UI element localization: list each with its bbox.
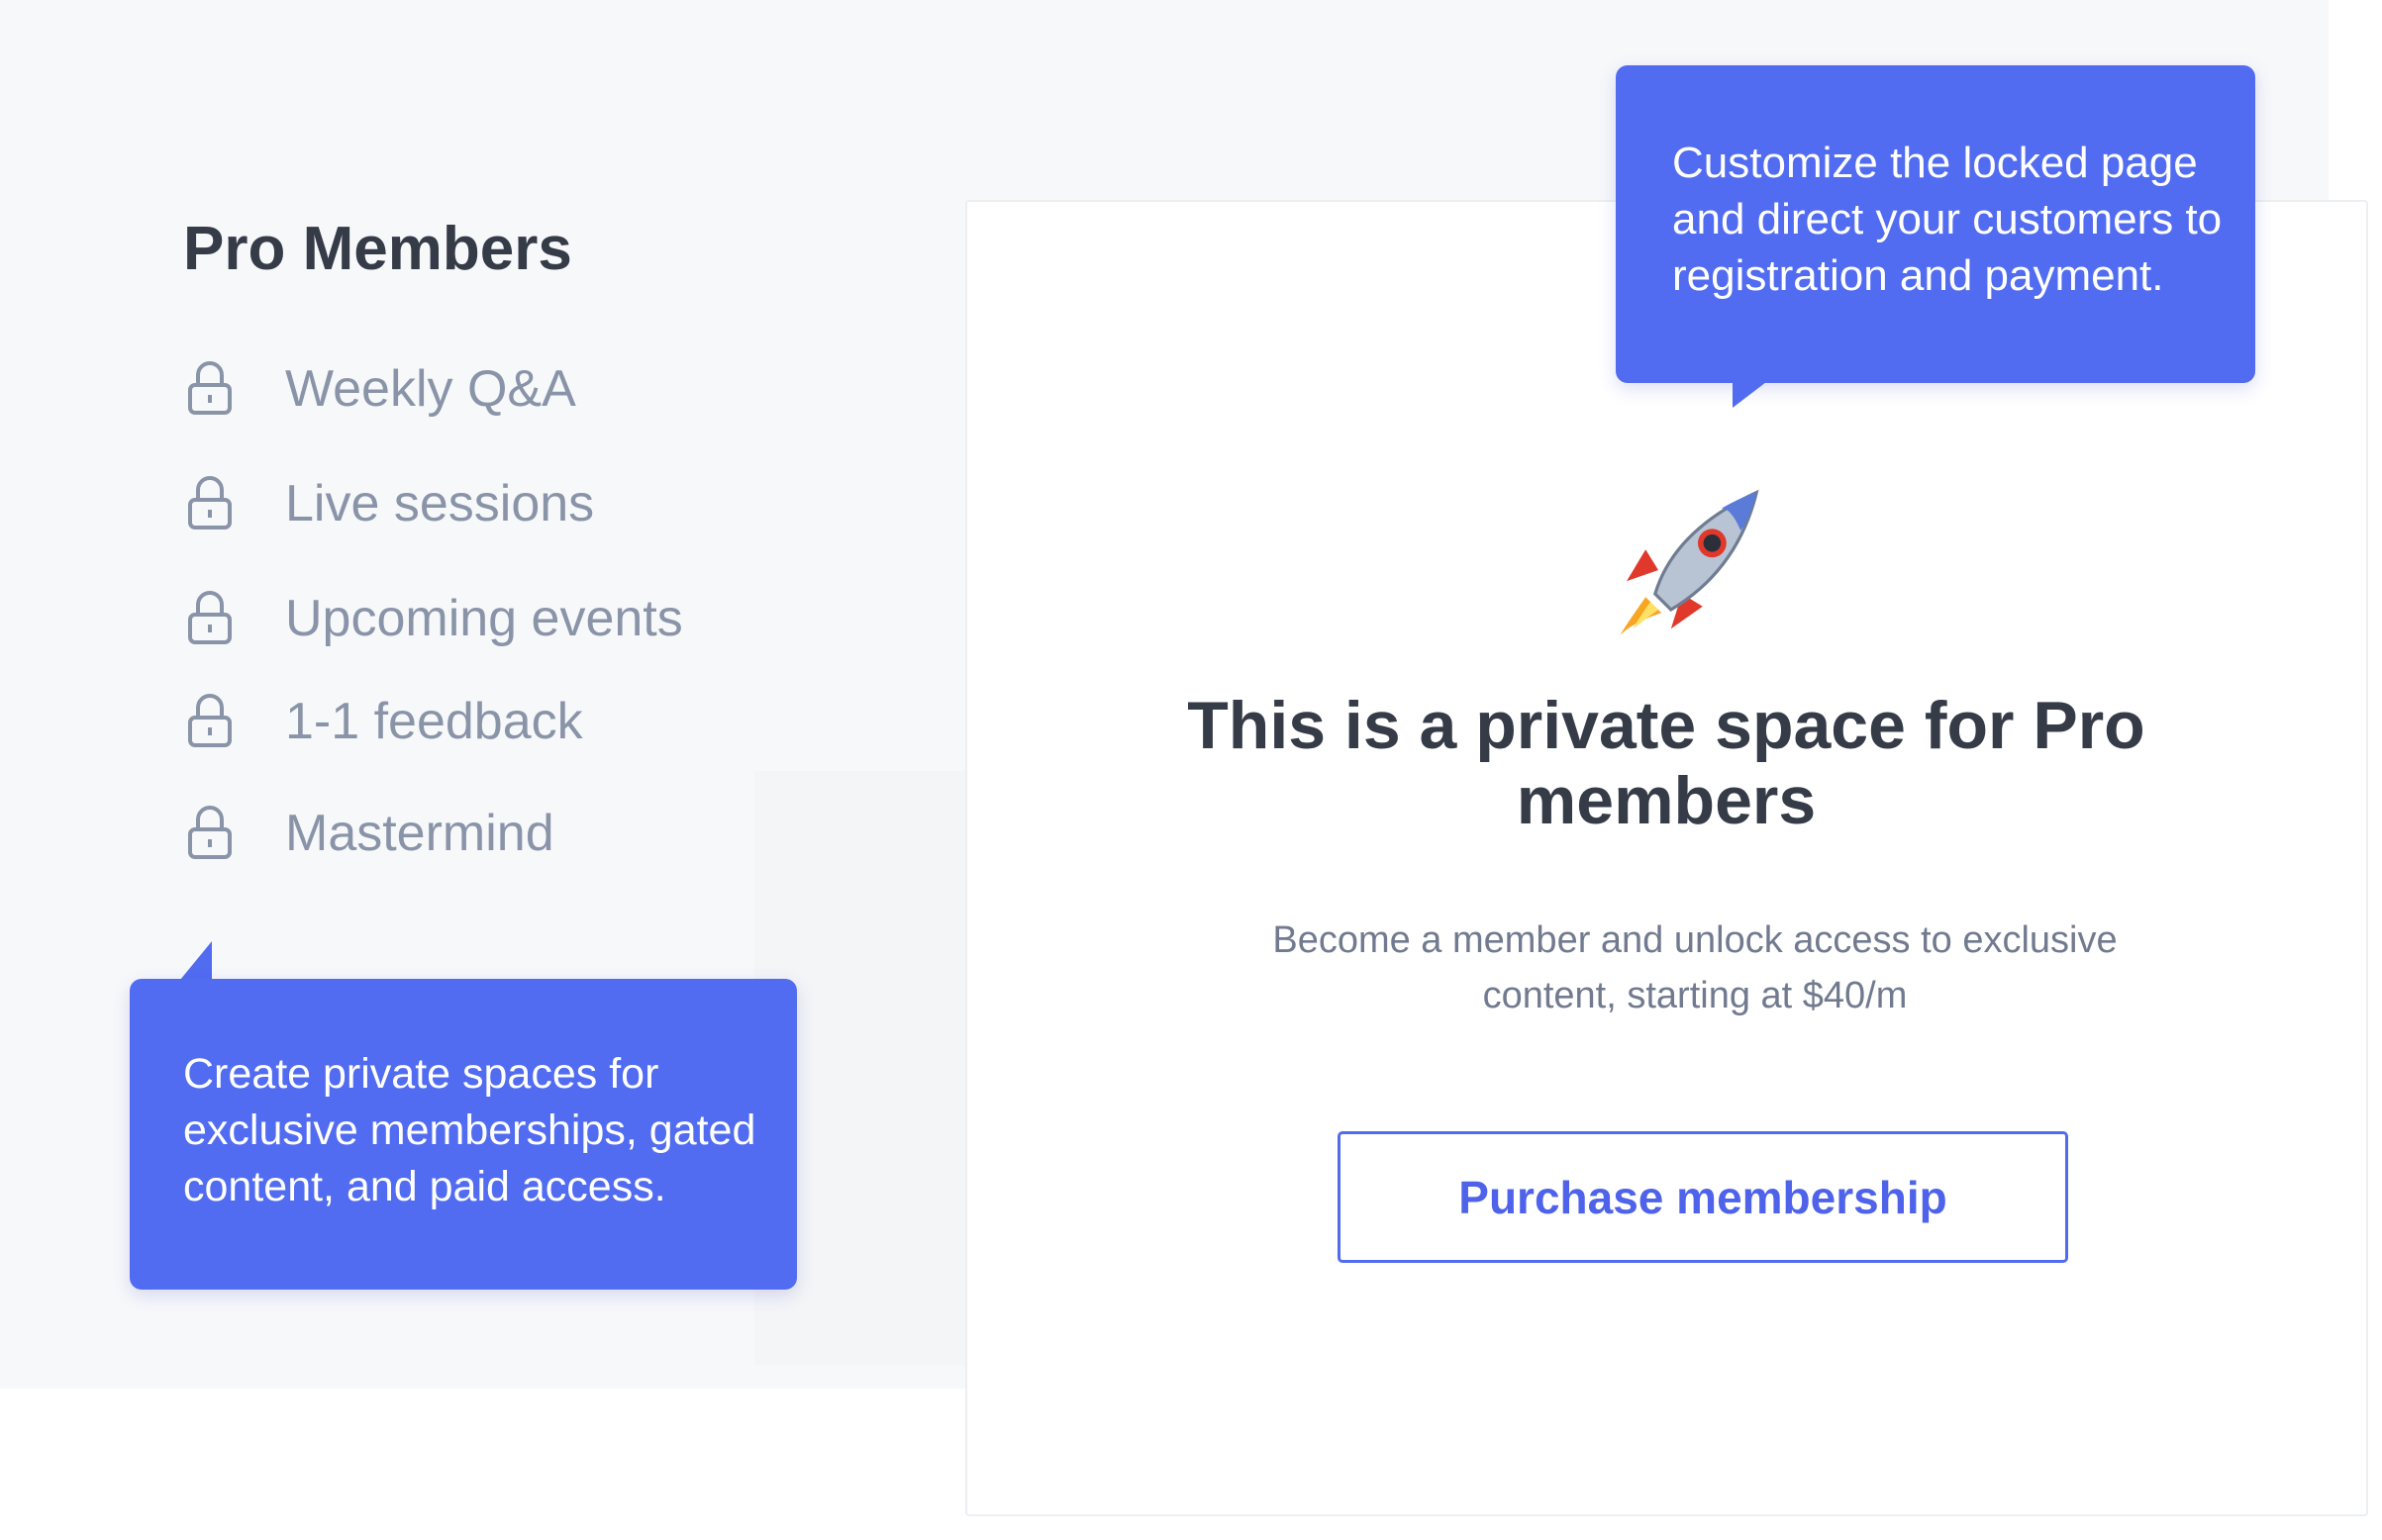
sidebar-item-label: Live sessions xyxy=(285,475,595,532)
purchase-membership-button[interactable]: Purchase membership xyxy=(1338,1131,2068,1263)
sidebar-item-upcoming-events[interactable]: Upcoming events xyxy=(186,584,683,653)
lock-icon xyxy=(188,591,232,644)
locked-page-headline: This is a private space for Pro members xyxy=(1187,688,2145,838)
tooltip-customize: Customize the locked page and direct you… xyxy=(1616,65,2255,383)
locked-page-description: Become a member and unlock access to exc… xyxy=(1272,919,2118,1016)
tooltip-text: Customize the locked page and direct you… xyxy=(1672,139,2223,300)
sidebar-item-label: Mastermind xyxy=(285,805,554,862)
lock-icon xyxy=(188,806,232,859)
sidebar-item-label: Upcoming events xyxy=(285,590,683,647)
tooltip-tail xyxy=(180,941,212,980)
locked-page-card xyxy=(965,200,2368,1516)
lock-icon xyxy=(188,694,232,747)
lock-icon xyxy=(188,476,232,529)
space-group-title: Pro Members xyxy=(183,215,572,283)
lock-icon xyxy=(188,361,232,415)
tooltip-private-spaces: Create private spaces for exclusive memb… xyxy=(130,979,797,1290)
sidebar-item-live-sessions[interactable]: Live sessions xyxy=(186,469,594,538)
sidebar-item-mastermind[interactable]: Mastermind xyxy=(186,799,554,868)
sidebar-item-1-1-feedback[interactable]: 1-1 feedback xyxy=(186,687,583,756)
rocket-icon xyxy=(1620,489,1759,635)
sidebar-item-label: Weekly Q&A xyxy=(285,360,576,418)
tooltip-tail xyxy=(1733,382,1766,408)
sidebar-item-label: 1-1 feedback xyxy=(285,693,583,750)
sidebar-item-weekly-qa[interactable]: Weekly Q&A xyxy=(186,354,576,424)
tooltip-text: Create private spaces for exclusive memb… xyxy=(183,1050,756,1210)
